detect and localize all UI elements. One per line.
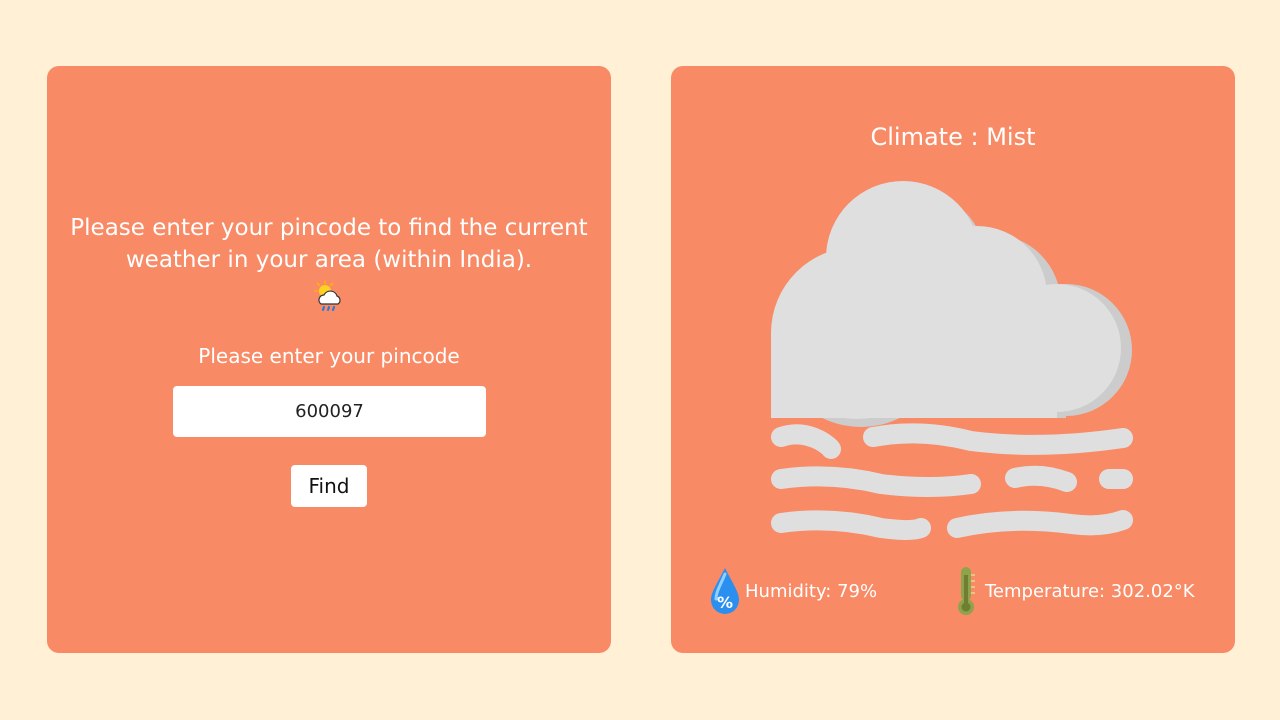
temperature-text: Temperature: 302.02°K	[985, 580, 1195, 602]
pincode-card: Please enter your pincode to find the cu…	[47, 66, 611, 653]
thermometer-icon	[958, 567, 975, 615]
humidity-stat: % Humidity: 79%	[709, 566, 877, 616]
temperature-stat: Temperature: 302.02°K	[951, 566, 1195, 616]
mist-cloud-icon	[771, 181, 1133, 540]
climate-title: Climate : Mist	[870, 123, 1036, 151]
intro-text: Please enter your pincode to find the cu…	[70, 215, 588, 273]
pincode-input[interactable]	[173, 386, 486, 437]
pincode-label: Please enter your pincode	[198, 344, 460, 368]
humidity-drop-icon: %	[711, 568, 739, 614]
humidity-text: Humidity: 79%	[745, 580, 878, 602]
find-button[interactable]: Find	[291, 465, 367, 507]
svg-text:%: %	[717, 593, 733, 612]
sun-cloud-rain-icon	[314, 280, 341, 311]
intro-block: Please enter your pincode to find the cu…	[67, 212, 591, 314]
weather-card: Climate : Mist % Humidity: 79% Temperatu…	[671, 66, 1235, 653]
